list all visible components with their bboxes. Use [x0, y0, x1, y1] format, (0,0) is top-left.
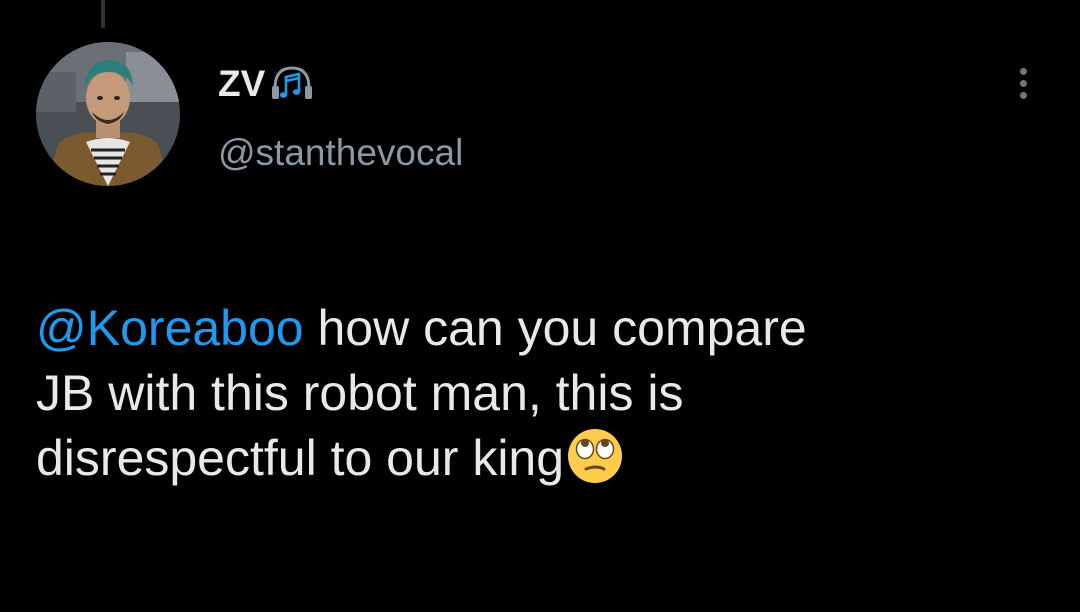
thread-connector-line [101, 0, 105, 28]
headphones-music-icon [269, 62, 315, 106]
avatar-image [36, 42, 180, 186]
tweet-card: ZV @stanthevocal @Koreaboo how can you c… [0, 0, 1080, 612]
face-with-rolling-eyes-emoji [566, 427, 624, 485]
tweet-text: @Koreaboo how can you compare JB with th… [36, 296, 1046, 491]
tweet-author: ZV @stanthevocal [218, 62, 463, 174]
mention-link[interactable]: @Koreaboo [36, 300, 304, 356]
display-name[interactable]: ZV [218, 63, 265, 105]
tweet-text-line-2: JB with this robot man, this is [36, 365, 684, 421]
user-handle[interactable]: @stanthevocal [218, 132, 463, 174]
more-vertical-icon [1020, 68, 1027, 75]
avatar[interactable] [36, 42, 180, 186]
display-name-row[interactable]: ZV [218, 62, 463, 106]
tweet-text-line-1: how can you compare [303, 300, 807, 356]
more-options-button[interactable] [1008, 64, 1038, 104]
tweet-text-line-3: disrespectful to our king [36, 430, 565, 486]
